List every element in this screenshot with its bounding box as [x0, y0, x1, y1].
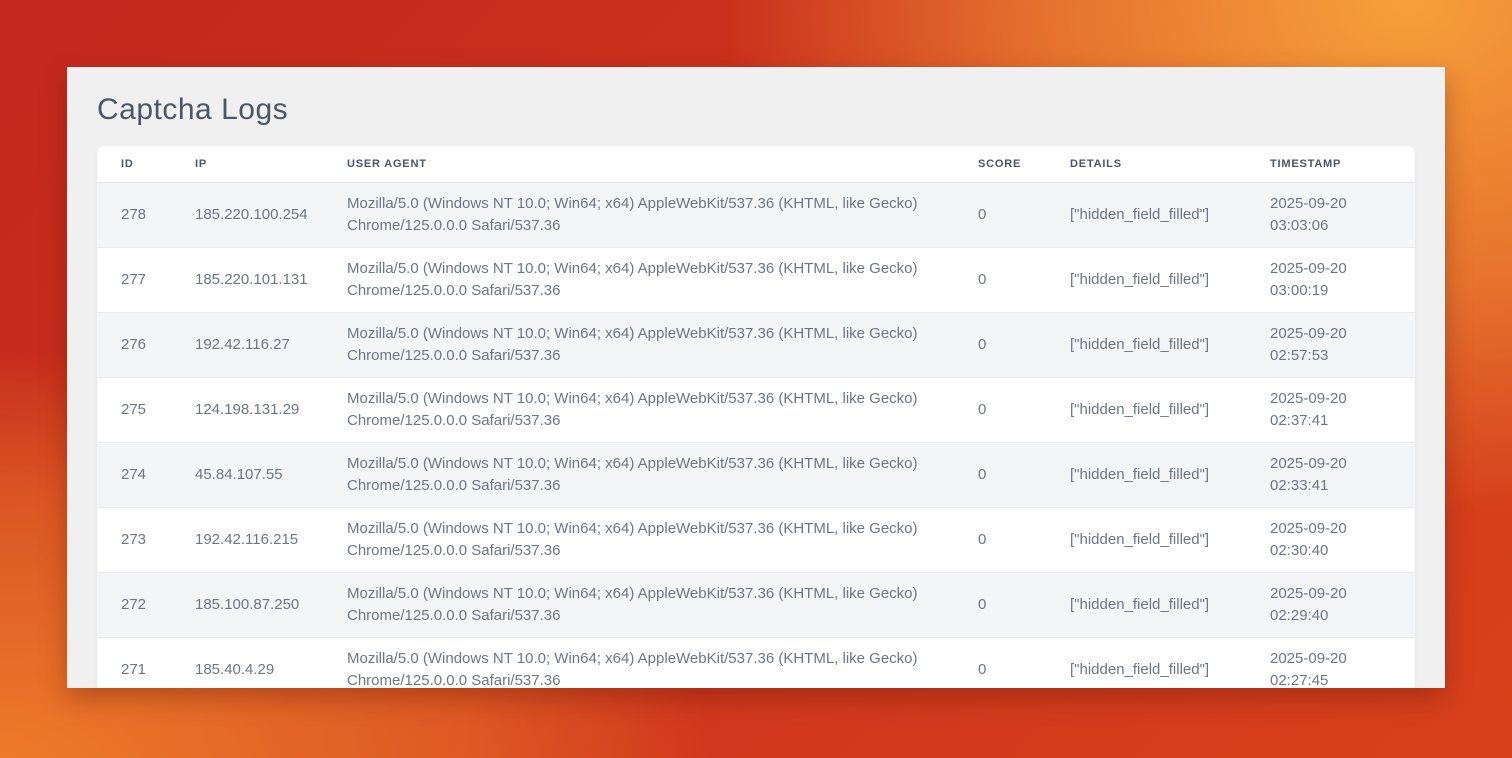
cell-details: ["hidden_field_filled"] — [1046, 313, 1246, 378]
cell-id: 273 — [97, 508, 171, 573]
cell-ip: 185.100.87.250 — [171, 573, 323, 638]
cell-score: 0 — [954, 248, 1046, 313]
cell-score: 0 — [954, 508, 1046, 573]
cell-ip: 124.198.131.29 — [171, 378, 323, 443]
table-header: ID IP USER AGENT SCORE DETAILS TIMESTAMP — [97, 146, 1415, 183]
cell-score: 0 — [954, 378, 1046, 443]
cell-details: ["hidden_field_filled"] — [1046, 508, 1246, 573]
table-body: 278 185.220.100.254 Mozilla/5.0 (Windows… — [97, 183, 1415, 689]
cell-ip: 192.42.116.215 — [171, 508, 323, 573]
cell-id: 275 — [97, 378, 171, 443]
cell-user-agent: Mozilla/5.0 (Windows NT 10.0; Win64; x64… — [323, 248, 954, 313]
cell-user-agent: Mozilla/5.0 (Windows NT 10.0; Win64; x64… — [323, 378, 954, 443]
cell-id: 272 — [97, 573, 171, 638]
cell-score: 0 — [954, 183, 1046, 248]
cell-details: ["hidden_field_filled"] — [1046, 443, 1246, 508]
table-row: 272 185.100.87.250 Mozilla/5.0 (Windows … — [97, 573, 1415, 638]
table-row: 276 192.42.116.27 Mozilla/5.0 (Windows N… — [97, 313, 1415, 378]
cell-id: 278 — [97, 183, 171, 248]
cell-ip: 45.84.107.55 — [171, 443, 323, 508]
cell-timestamp: 2025-09-20 02:29:40 — [1246, 573, 1415, 638]
cell-id: 274 — [97, 443, 171, 508]
cell-score: 0 — [954, 443, 1046, 508]
table-row: 277 185.220.101.131 Mozilla/5.0 (Windows… — [97, 248, 1415, 313]
cell-user-agent: Mozilla/5.0 (Windows NT 10.0; Win64; x64… — [323, 638, 954, 689]
cell-timestamp: 2025-09-20 02:33:41 — [1246, 443, 1415, 508]
cell-timestamp: 2025-09-20 02:37:41 — [1246, 378, 1415, 443]
table-row: 273 192.42.116.215 Mozilla/5.0 (Windows … — [97, 508, 1415, 573]
cell-ip: 185.220.100.254 — [171, 183, 323, 248]
cell-score: 0 — [954, 313, 1046, 378]
column-header-user-agent: USER AGENT — [323, 146, 954, 183]
cell-details: ["hidden_field_filled"] — [1046, 573, 1246, 638]
table-row: 271 185.40.4.29 Mozilla/5.0 (Windows NT … — [97, 638, 1415, 689]
cell-timestamp: 2025-09-20 02:57:53 — [1246, 313, 1415, 378]
cell-id: 277 — [97, 248, 171, 313]
column-header-id: ID — [97, 146, 171, 183]
cell-ip: 185.40.4.29 — [171, 638, 323, 689]
cell-timestamp: 2025-09-20 02:27:45 — [1246, 638, 1415, 689]
table-row: 278 185.220.100.254 Mozilla/5.0 (Windows… — [97, 183, 1415, 248]
column-header-score: SCORE — [954, 146, 1046, 183]
page-title: Captcha Logs — [67, 67, 1445, 146]
column-header-ip: IP — [171, 146, 323, 183]
cell-timestamp: 2025-09-20 03:00:19 — [1246, 248, 1415, 313]
captcha-logs-card: Captcha Logs ID IP USER AGENT SCORE DETA… — [67, 67, 1445, 688]
table-row: 274 45.84.107.55 Mozilla/5.0 (Windows NT… — [97, 443, 1415, 508]
cell-ip: 185.220.101.131 — [171, 248, 323, 313]
cell-id: 271 — [97, 638, 171, 689]
column-header-details: DETAILS — [1046, 146, 1246, 183]
cell-details: ["hidden_field_filled"] — [1046, 378, 1246, 443]
cell-ip: 192.42.116.27 — [171, 313, 323, 378]
cell-timestamp: 2025-09-20 03:03:06 — [1246, 183, 1415, 248]
cell-details: ["hidden_field_filled"] — [1046, 183, 1246, 248]
cell-user-agent: Mozilla/5.0 (Windows NT 10.0; Win64; x64… — [323, 183, 954, 248]
table-row: 275 124.198.131.29 Mozilla/5.0 (Windows … — [97, 378, 1415, 443]
table-header-row: ID IP USER AGENT SCORE DETAILS TIMESTAMP — [97, 146, 1415, 183]
cell-score: 0 — [954, 573, 1046, 638]
cell-details: ["hidden_field_filled"] — [1046, 248, 1246, 313]
captcha-logs-table-container: ID IP USER AGENT SCORE DETAILS TIMESTAMP… — [97, 146, 1415, 688]
cell-user-agent: Mozilla/5.0 (Windows NT 10.0; Win64; x64… — [323, 508, 954, 573]
captcha-logs-table: ID IP USER AGENT SCORE DETAILS TIMESTAMP… — [97, 146, 1415, 688]
cell-user-agent: Mozilla/5.0 (Windows NT 10.0; Win64; x64… — [323, 573, 954, 638]
cell-score: 0 — [954, 638, 1046, 689]
cell-user-agent: Mozilla/5.0 (Windows NT 10.0; Win64; x64… — [323, 313, 954, 378]
column-header-timestamp: TIMESTAMP — [1246, 146, 1415, 183]
cell-timestamp: 2025-09-20 02:30:40 — [1246, 508, 1415, 573]
cell-user-agent: Mozilla/5.0 (Windows NT 10.0; Win64; x64… — [323, 443, 954, 508]
cell-details: ["hidden_field_filled"] — [1046, 638, 1246, 689]
cell-id: 276 — [97, 313, 171, 378]
